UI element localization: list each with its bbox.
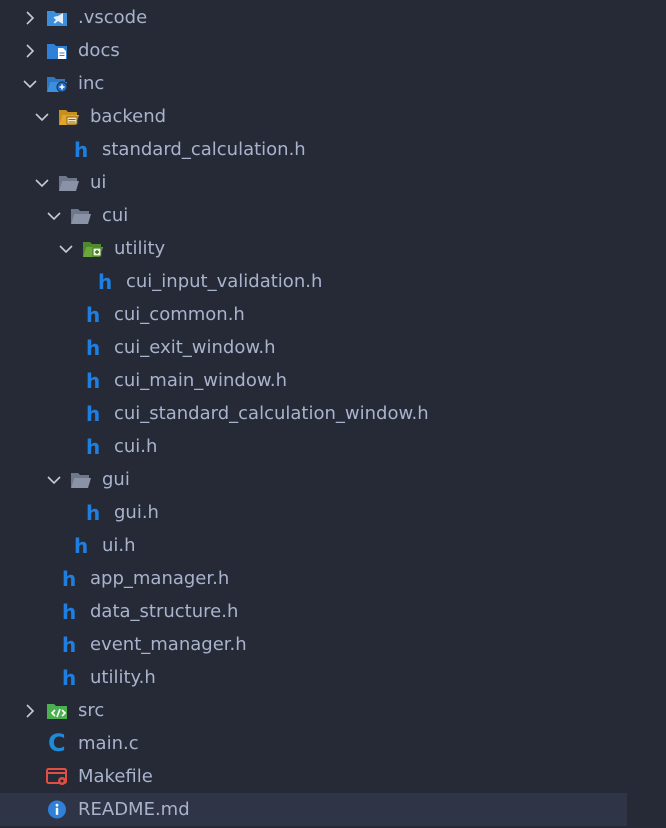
tree-item-label: event_manager.h	[90, 634, 247, 655]
tree-item-standard-calculation-h[interactable]: h standard_calculation.h	[0, 133, 627, 166]
tree-item-backend[interactable]: backend	[0, 100, 627, 133]
tree-item-readme-md[interactable]: README.md	[0, 793, 627, 826]
tree-item-event-manager-h[interactable]: h event_manager.h	[0, 628, 627, 661]
chevron-right-icon[interactable]	[22, 10, 38, 26]
chevron-down-icon[interactable]	[46, 472, 62, 488]
tree-item-cui-exit-window-h[interactable]: h cui_exit_window.h	[0, 331, 627, 364]
tree-item-ui-h[interactable]: h ui.h	[0, 529, 627, 562]
header-file-icon: h	[74, 534, 89, 558]
tree-item-label: cui_main_window.h	[114, 370, 288, 391]
tree-item-label: cui	[102, 205, 129, 226]
header-file-icon: h	[86, 369, 101, 393]
tree-item-cui-common-h[interactable]: h cui_common.h	[0, 298, 627, 331]
tree-item-label: data_structure.h	[90, 601, 239, 622]
tree-item-main-c[interactable]: C main.c	[0, 727, 627, 760]
file-explorer-tree: .vscode docs inc backend h standard_calc…	[0, 0, 666, 828]
folder-open-icon	[71, 209, 91, 224]
tree-item-cui-standard-calculation-window-h[interactable]: h cui_standard_calculation_window.h	[0, 397, 627, 430]
info-icon	[48, 800, 66, 819]
tree-item-label: main.c	[78, 733, 139, 754]
header-file-icon: h	[86, 336, 101, 360]
tree-item-label: docs	[78, 40, 120, 61]
utility-folder-open-icon	[83, 242, 103, 257]
tree-item-label: .vscode	[78, 7, 148, 28]
tree-item-app-manager-h[interactable]: h app_manager.h	[0, 562, 627, 595]
chevron-down-icon[interactable]	[34, 175, 50, 191]
tree-item-makefile[interactable]: Makefile	[0, 760, 627, 793]
chevron-right-icon[interactable]	[22, 43, 38, 59]
header-file-icon: h	[62, 567, 77, 591]
tree-item-label: cui_common.h	[114, 304, 245, 325]
chevron-right-icon[interactable]	[22, 703, 38, 719]
tree-item-label: README.md	[78, 799, 190, 820]
docs-folder-icon	[47, 44, 67, 59]
tree-item-label: backend	[90, 106, 167, 127]
vscode-folder-icon	[47, 11, 67, 26]
header-file-icon: h	[62, 666, 77, 690]
tree-item-label: cui_exit_window.h	[114, 337, 276, 358]
header-file-icon: h	[62, 600, 77, 624]
tree-item-label: src	[78, 700, 105, 721]
tree-item-label: app_manager.h	[90, 568, 230, 589]
src-folder-icon	[47, 704, 67, 719]
tree-item-cui-main-window-h[interactable]: h cui_main_window.h	[0, 364, 627, 397]
header-file-icon: h	[86, 402, 101, 426]
chevron-down-icon[interactable]	[22, 76, 38, 92]
tree-item-inc[interactable]: inc	[0, 67, 627, 100]
tree-item-label: utility	[114, 238, 166, 259]
chevron-down-icon[interactable]	[46, 208, 62, 224]
inc-folder-open-icon	[47, 77, 68, 93]
tree-item-cui-h[interactable]: h cui.h	[0, 430, 627, 463]
tree-item-label: gui	[102, 469, 130, 490]
tree-item-utility-folder[interactable]: utility	[0, 232, 627, 265]
tree-item-utility-h[interactable]: h utility.h	[0, 661, 627, 694]
tree-item-label: utility.h	[90, 667, 156, 688]
tree-item-label: standard_calculation.h	[102, 139, 306, 160]
backend-folder-open-icon	[59, 110, 79, 125]
tree-item-vscode[interactable]: .vscode	[0, 1, 627, 34]
tree-item-src[interactable]: src	[0, 694, 627, 727]
tree-item-label: ui.h	[102, 535, 136, 556]
header-file-icon: h	[74, 138, 89, 162]
tree-item-label: gui.h	[114, 502, 159, 523]
folder-open-icon	[71, 473, 91, 488]
chevron-down-icon[interactable]	[58, 241, 74, 257]
c-source-file-icon: C	[48, 729, 66, 757]
tree-item-cui-input-validation-h[interactable]: h cui_input_validation.h	[0, 265, 627, 298]
tree-item-docs[interactable]: docs	[0, 34, 627, 67]
tree-item-label: Makefile	[78, 766, 153, 787]
tree-item-ui[interactable]: ui	[0, 166, 627, 199]
header-file-icon: h	[62, 633, 77, 657]
tree-item-cui[interactable]: cui	[0, 199, 627, 232]
chevron-down-icon[interactable]	[34, 109, 50, 125]
header-file-icon: h	[86, 501, 101, 525]
tree-item-gui-h[interactable]: h gui.h	[0, 496, 627, 529]
folder-open-icon	[59, 176, 79, 191]
header-file-icon: h	[98, 270, 113, 294]
tree-item-data-structure-h[interactable]: h data_structure.h	[0, 595, 627, 628]
header-file-icon: h	[86, 435, 101, 459]
tree-item-label: cui_input_validation.h	[126, 271, 323, 292]
tree-item-label: ui	[90, 172, 107, 193]
tree-item-label: inc	[78, 73, 105, 94]
tree-item-label: cui_standard_calculation_window.h	[114, 403, 429, 424]
header-file-icon: h	[86, 303, 101, 327]
tree-item-gui[interactable]: gui	[0, 463, 627, 496]
makefile-icon	[46, 768, 67, 785]
tree-item-label: cui.h	[114, 436, 158, 457]
